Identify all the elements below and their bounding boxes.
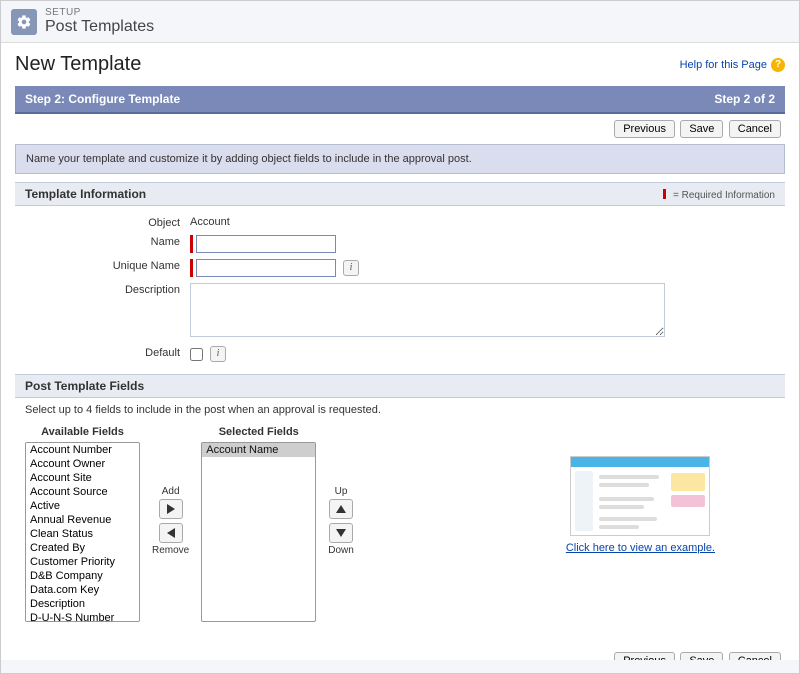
section-template-info-title: Template Information [25, 187, 146, 201]
previous-button-bottom[interactable]: Previous [614, 652, 675, 660]
previous-button[interactable]: Previous [614, 120, 675, 138]
page-header: SETUP Post Templates [1, 1, 799, 43]
object-label: Object [25, 214, 190, 229]
list-item[interactable]: Account Owner [26, 457, 139, 471]
list-item[interactable]: Clean Status [26, 527, 139, 541]
top-button-row: Previous Save Cancel [15, 114, 785, 144]
unique-name-label: Unique Name [25, 257, 190, 272]
required-marker-icon [663, 189, 666, 199]
info-banner: Name your template and customize it by a… [15, 144, 785, 174]
help-link-text: Help for this Page [680, 59, 767, 71]
default-info-icon[interactable]: i [210, 346, 226, 362]
remove-button[interactable] [159, 523, 183, 543]
list-item[interactable]: Account Source [26, 485, 139, 499]
step-left: Step 2: Configure Template [25, 92, 180, 106]
default-checkbox[interactable] [190, 348, 203, 361]
list-item[interactable]: Account Site [26, 471, 139, 485]
section-post-fields: Post Template Fields [15, 374, 785, 398]
unique-name-input[interactable] [196, 259, 336, 277]
up-label: Up [335, 486, 348, 497]
name-label: Name [25, 233, 190, 248]
down-button[interactable] [329, 523, 353, 543]
gear-icon [11, 9, 37, 35]
header-title: Post Templates [45, 18, 154, 36]
example-link[interactable]: Click here to view an example. [566, 542, 715, 554]
cancel-button-bottom[interactable]: Cancel [729, 652, 781, 660]
list-item[interactable]: Customer Priority [26, 555, 139, 569]
add-button[interactable] [159, 499, 183, 519]
arrow-right-icon [167, 504, 175, 514]
add-label: Add [162, 486, 180, 497]
list-item[interactable]: Account Name [202, 443, 315, 457]
fields-help-text: Select up to 4 fields to include in the … [15, 398, 785, 422]
section-post-fields-title: Post Template Fields [25, 379, 144, 393]
list-item[interactable]: Data.com Key [26, 583, 139, 597]
step-right: Step 2 of 2 [714, 92, 775, 106]
list-item[interactable]: D&B Company [26, 569, 139, 583]
unique-name-info-icon[interactable]: i [343, 260, 359, 276]
description-label: Description [25, 281, 190, 296]
object-value: Account [190, 214, 775, 228]
list-item[interactable]: Created By [26, 541, 139, 555]
header-eyebrow: SETUP [45, 7, 154, 18]
selected-title: Selected Fields [219, 426, 299, 438]
page-title: New Template [15, 53, 141, 76]
list-item[interactable]: Description [26, 597, 139, 611]
list-item[interactable]: Annual Revenue [26, 513, 139, 527]
name-input[interactable] [196, 235, 336, 253]
main-scroll[interactable]: New Template Help for this Page ? Step 2… [1, 43, 799, 660]
example-thumbnail[interactable] [570, 456, 710, 536]
arrow-up-icon [336, 505, 346, 513]
down-label: Down [328, 545, 354, 556]
selected-fields-select[interactable]: Account Name [201, 442, 316, 622]
default-label: Default [25, 344, 190, 359]
cancel-button[interactable]: Cancel [729, 120, 781, 138]
help-icon: ? [771, 58, 785, 72]
available-title: Available Fields [41, 426, 124, 438]
arrow-left-icon [167, 528, 175, 538]
bottom-button-row: Previous Save Cancel [15, 646, 785, 660]
arrow-down-icon [336, 529, 346, 537]
remove-label: Remove [152, 545, 189, 556]
required-note: = Required Information [663, 188, 775, 201]
list-item[interactable]: D-U-N-S Number [26, 611, 139, 622]
list-item[interactable]: Active [26, 499, 139, 513]
list-item[interactable]: Account Number [26, 443, 139, 457]
save-button[interactable]: Save [680, 120, 723, 138]
step-bar: Step 2: Configure Template Step 2 of 2 [15, 86, 785, 114]
save-button-bottom[interactable]: Save [680, 652, 723, 660]
available-fields-select[interactable]: Account NumberAccount OwnerAccount SiteA… [25, 442, 140, 622]
up-button[interactable] [329, 499, 353, 519]
help-link[interactable]: Help for this Page ? [680, 58, 785, 72]
description-input[interactable] [190, 283, 665, 337]
section-template-info: Template Information = Required Informat… [15, 182, 785, 206]
